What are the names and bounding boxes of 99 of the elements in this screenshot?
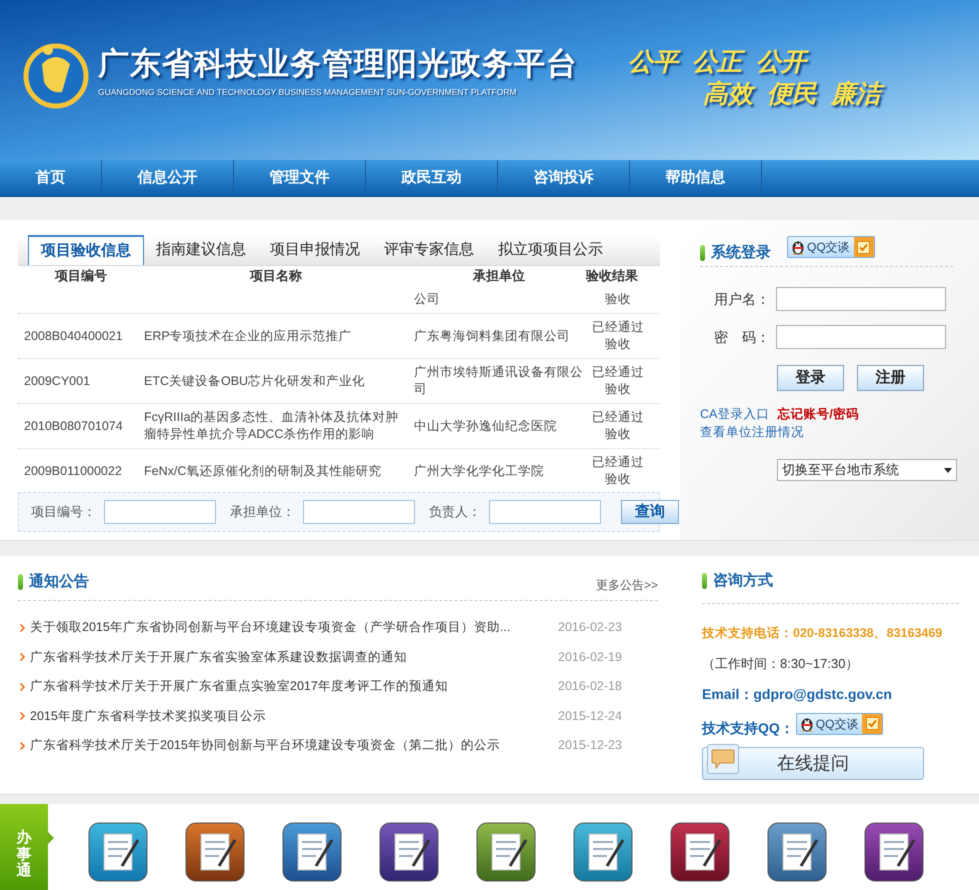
table-cell-text: FcγRIIIa的基因多态性、血清补体及抗体对肿瘤特异性单抗介导ADCC杀伤作用的影响 xyxy=(143,409,400,443)
section-title: 系统登录 xyxy=(711,242,771,262)
phone-text: 技术支持电话：020-83163338、83163469 xyxy=(702,624,944,642)
tab[interactable]: 拟立项项目公示 xyxy=(486,235,615,265)
nav-link[interactable]: 信息公开 xyxy=(102,160,234,196)
document-tile-icon[interactable] xyxy=(88,822,148,882)
nav-link[interactable]: 帮助信息 xyxy=(630,160,762,196)
table-cell: 已经通过验收 xyxy=(592,409,644,443)
table-cell-text: 公司 xyxy=(413,291,441,308)
title-marker-icon xyxy=(700,244,705,261)
ask-online-button[interactable]: 在线提问 xyxy=(702,746,924,780)
table-cell-text: 验收 xyxy=(604,291,632,308)
qq-chat-button[interactable]: QQ交谈 xyxy=(796,712,884,735)
input-field[interactable] xyxy=(776,325,946,349)
section-title: 咨询方式 xyxy=(713,571,773,591)
notice-link[interactable]: 2015年度广东省科学技术奖拟奖项目公示 xyxy=(30,706,558,726)
field-label: 承担单位： xyxy=(230,503,295,522)
chevron-icon xyxy=(20,712,25,720)
column-header: 验收结果 xyxy=(584,267,639,286)
notice-date: 2016-02-23 xyxy=(558,619,622,636)
document-tile-icon[interactable] xyxy=(573,822,633,882)
column-header: 项目编号 xyxy=(54,267,108,286)
table-cell: 已经通过验收 xyxy=(592,454,644,488)
shortcut-tab-label: 办事通 xyxy=(16,830,32,881)
field-label: 用户名： xyxy=(714,290,770,308)
input-field[interactable] xyxy=(776,287,946,311)
check-icon xyxy=(857,240,870,254)
input-field[interactable] xyxy=(104,500,216,524)
nav-link[interactable]: 首页 xyxy=(0,160,102,196)
qq-chat-button[interactable]: QQ交谈 xyxy=(787,236,875,258)
notice-date: 2015-12-23 xyxy=(558,737,622,754)
table-cell-text: 广州大学化学化工学院 xyxy=(413,462,545,480)
notice-link[interactable]: 关于领取2015年广东省协同创新与平台环境建设专项资金（产学研合作项目）资助... xyxy=(30,618,558,638)
document-tile-icon[interactable] xyxy=(476,822,536,882)
column-header: 承担单位 xyxy=(472,267,526,286)
field-label: 项目编号： xyxy=(31,503,96,522)
document-tile-icon[interactable] xyxy=(282,822,342,882)
penguin-icon xyxy=(791,239,805,255)
table-cell-text: ETC关键设备OBU芯片化研发和产业化 xyxy=(143,372,366,390)
table-cell-text: 广州市埃特斯通讯设备有限公司 xyxy=(413,364,584,398)
more-link[interactable]: 更多公告>> xyxy=(596,576,658,594)
title-marker-icon xyxy=(702,573,707,590)
table-cell-text: FeNx/C氧还原催化剂的研制及其性能研究 xyxy=(143,462,382,480)
qq-label: 技术支持QQ： xyxy=(702,718,794,738)
table-cell: 已经通过验收 xyxy=(592,319,644,353)
table-cell: 已经通过验收 xyxy=(592,364,644,398)
notice-link[interactable]: 广东省科学技术厅关于2015年协同创新与平台环境建设专项资金（第二批）的公示 xyxy=(30,736,558,756)
penguin-icon xyxy=(800,716,814,732)
link[interactable]: CA登录入口 xyxy=(700,405,770,423)
tab-pointer-icon xyxy=(48,832,54,844)
tab[interactable]: 指南建议信息 xyxy=(144,235,258,265)
nav-link[interactable]: 政民互动 xyxy=(366,160,498,196)
chevron-icon xyxy=(20,742,25,750)
site-title: 广东省科技业务管理阳光政务平台 xyxy=(98,46,578,82)
chevron-icon xyxy=(20,653,25,662)
notice-link[interactable]: 广东省科学技术厅关于开展广东省实验室体系建设数据调查的通知 xyxy=(30,648,558,667)
tab[interactable]: 项目申报情况 xyxy=(258,235,372,265)
notice-date: 2016-02-19 xyxy=(558,648,622,666)
notice-date: 2015-12-24 xyxy=(558,708,622,725)
document-tile-icon[interactable] xyxy=(670,822,730,882)
column-header: 项目名称 xyxy=(248,267,303,286)
check-icon xyxy=(866,717,879,730)
title-marker-icon xyxy=(18,574,23,590)
field-label: 密 码： xyxy=(714,328,770,346)
section-title: 通知公告 xyxy=(29,572,89,592)
nav-link[interactable]: 管理文件 xyxy=(234,160,366,196)
chevron-icon xyxy=(20,624,25,632)
tab[interactable]: 项目验收信息 xyxy=(28,235,144,265)
table-cell-text: 广东粤海饲料集团有限公司 xyxy=(413,328,571,344)
register-button[interactable]: 注册 xyxy=(857,365,924,391)
hours-text: （工作时间：8:30~17:30） xyxy=(702,655,860,674)
link[interactable]: 查看单位注册情况 xyxy=(700,423,804,441)
chevron-icon xyxy=(20,682,25,691)
nav-link[interactable]: 咨询投诉 xyxy=(498,160,630,196)
notice-link[interactable]: 广东省科学技术厅关于开展广东省重点实验室2017年度考评工作的预通知 xyxy=(30,677,558,696)
table-cell-text: 中山大学孙逸仙纪念医院 xyxy=(413,418,558,434)
document-tile-icon[interactable] xyxy=(864,822,924,882)
document-tile-icon[interactable] xyxy=(767,822,827,882)
slogan: 公平 公正 公开 xyxy=(628,46,881,78)
document-tile-icon[interactable] xyxy=(185,822,245,882)
caret-icon xyxy=(944,468,952,472)
table-cell-text: 2009B011000022 xyxy=(23,462,123,480)
link[interactable]: 忘记账号/密码 xyxy=(777,405,859,423)
email-text: Email：gdpro@gdstc.gov.cn xyxy=(702,684,893,704)
notice-date: 2016-02-18 xyxy=(558,678,622,696)
site-subtitle: GUANGDONG SCIENCE AND TECHNOLOGY BUSINESS MANAGEMENT SUN-GOVERNMENT PLATFORM xyxy=(98,86,518,98)
login-button[interactable]: 登录 xyxy=(777,365,844,391)
field-label: 负责人： xyxy=(429,503,481,522)
table-cell-text: ERP专项技术在企业的应用示范推广 xyxy=(143,328,353,344)
table-cell-text: 2008B040400021 xyxy=(23,328,124,344)
document-tile-icon[interactable] xyxy=(379,822,439,882)
tab[interactable]: 评审专家信息 xyxy=(372,235,486,265)
search-button[interactable]: 查询 xyxy=(621,500,679,524)
system-select[interactable]: 切换至平台地市系统 xyxy=(777,459,957,481)
input-field[interactable] xyxy=(489,500,601,524)
table-cell-text: 2009CY001 xyxy=(23,372,92,390)
table-cell-text: 2010B080701074 xyxy=(23,418,124,434)
speech-bubble-icon xyxy=(711,748,735,769)
input-field[interactable] xyxy=(303,500,415,524)
